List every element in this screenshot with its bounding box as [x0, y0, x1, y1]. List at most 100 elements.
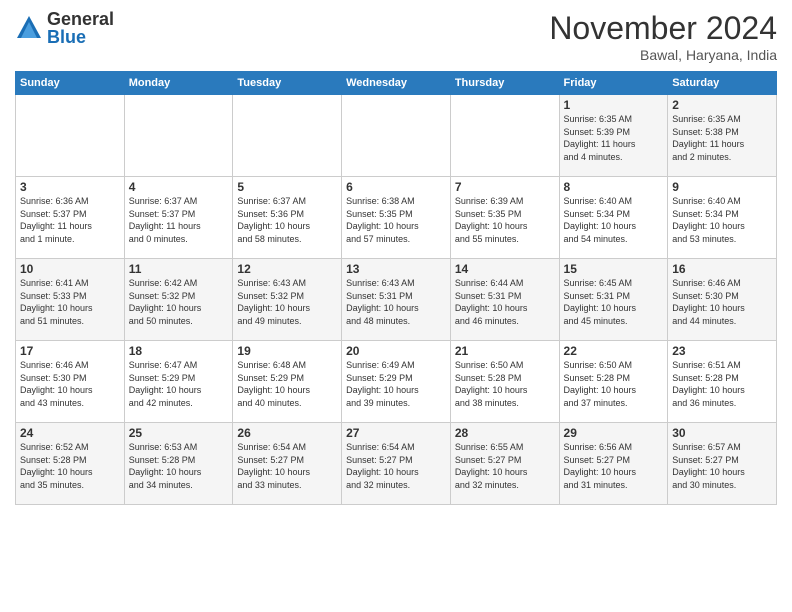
day-info: Sunrise: 6:47 AM Sunset: 5:29 PM Dayligh…	[129, 359, 229, 409]
weekday-tuesday: Tuesday	[233, 72, 342, 95]
weekday-sunday: Sunday	[16, 72, 125, 95]
day-cell: 17Sunrise: 6:46 AM Sunset: 5:30 PM Dayli…	[16, 341, 125, 423]
day-cell: 9Sunrise: 6:40 AM Sunset: 5:34 PM Daylig…	[668, 177, 777, 259]
logo: General Blue	[15, 10, 114, 46]
day-info: Sunrise: 6:37 AM Sunset: 5:36 PM Dayligh…	[237, 195, 337, 245]
day-number: 9	[672, 180, 772, 194]
day-number: 6	[346, 180, 446, 194]
day-cell: 21Sunrise: 6:50 AM Sunset: 5:28 PM Dayli…	[450, 341, 559, 423]
day-number: 20	[346, 344, 446, 358]
day-number: 14	[455, 262, 555, 276]
logo-general: General	[47, 9, 114, 29]
day-info: Sunrise: 6:39 AM Sunset: 5:35 PM Dayligh…	[455, 195, 555, 245]
calendar-body: 1Sunrise: 6:35 AM Sunset: 5:39 PM Daylig…	[16, 95, 777, 505]
week-row-1: 3Sunrise: 6:36 AM Sunset: 5:37 PM Daylig…	[16, 177, 777, 259]
day-info: Sunrise: 6:46 AM Sunset: 5:30 PM Dayligh…	[20, 359, 120, 409]
day-number: 19	[237, 344, 337, 358]
day-number: 7	[455, 180, 555, 194]
day-info: Sunrise: 6:48 AM Sunset: 5:29 PM Dayligh…	[237, 359, 337, 409]
month-title: November 2024	[549, 10, 777, 47]
logo-text: General Blue	[47, 10, 114, 46]
day-number: 27	[346, 426, 446, 440]
title-block: November 2024 Bawal, Haryana, India	[549, 10, 777, 63]
day-info: Sunrise: 6:54 AM Sunset: 5:27 PM Dayligh…	[237, 441, 337, 491]
day-cell: 23Sunrise: 6:51 AM Sunset: 5:28 PM Dayli…	[668, 341, 777, 423]
day-info: Sunrise: 6:50 AM Sunset: 5:28 PM Dayligh…	[564, 359, 664, 409]
day-number: 13	[346, 262, 446, 276]
day-cell: 30Sunrise: 6:57 AM Sunset: 5:27 PM Dayli…	[668, 423, 777, 505]
day-cell	[450, 95, 559, 177]
day-cell	[124, 95, 233, 177]
day-cell: 28Sunrise: 6:55 AM Sunset: 5:27 PM Dayli…	[450, 423, 559, 505]
weekday-wednesday: Wednesday	[342, 72, 451, 95]
day-cell: 24Sunrise: 6:52 AM Sunset: 5:28 PM Dayli…	[16, 423, 125, 505]
day-number: 5	[237, 180, 337, 194]
day-cell: 7Sunrise: 6:39 AM Sunset: 5:35 PM Daylig…	[450, 177, 559, 259]
day-cell: 15Sunrise: 6:45 AM Sunset: 5:31 PM Dayli…	[559, 259, 668, 341]
day-cell: 26Sunrise: 6:54 AM Sunset: 5:27 PM Dayli…	[233, 423, 342, 505]
day-cell: 6Sunrise: 6:38 AM Sunset: 5:35 PM Daylig…	[342, 177, 451, 259]
day-cell: 10Sunrise: 6:41 AM Sunset: 5:33 PM Dayli…	[16, 259, 125, 341]
day-cell: 11Sunrise: 6:42 AM Sunset: 5:32 PM Dayli…	[124, 259, 233, 341]
day-number: 22	[564, 344, 664, 358]
day-info: Sunrise: 6:36 AM Sunset: 5:37 PM Dayligh…	[20, 195, 120, 245]
day-info: Sunrise: 6:57 AM Sunset: 5:27 PM Dayligh…	[672, 441, 772, 491]
day-cell	[342, 95, 451, 177]
day-number: 30	[672, 426, 772, 440]
day-info: Sunrise: 6:44 AM Sunset: 5:31 PM Dayligh…	[455, 277, 555, 327]
calendar: SundayMondayTuesdayWednesdayThursdayFrid…	[15, 71, 777, 505]
weekday-thursday: Thursday	[450, 72, 559, 95]
day-cell: 4Sunrise: 6:37 AM Sunset: 5:37 PM Daylig…	[124, 177, 233, 259]
day-info: Sunrise: 6:51 AM Sunset: 5:28 PM Dayligh…	[672, 359, 772, 409]
day-info: Sunrise: 6:35 AM Sunset: 5:38 PM Dayligh…	[672, 113, 772, 163]
week-row-4: 24Sunrise: 6:52 AM Sunset: 5:28 PM Dayli…	[16, 423, 777, 505]
calendar-header: SundayMondayTuesdayWednesdayThursdayFrid…	[16, 72, 777, 95]
day-info: Sunrise: 6:45 AM Sunset: 5:31 PM Dayligh…	[564, 277, 664, 327]
day-number: 17	[20, 344, 120, 358]
day-info: Sunrise: 6:35 AM Sunset: 5:39 PM Dayligh…	[564, 113, 664, 163]
weekday-monday: Monday	[124, 72, 233, 95]
day-cell: 2Sunrise: 6:35 AM Sunset: 5:38 PM Daylig…	[668, 95, 777, 177]
day-number: 29	[564, 426, 664, 440]
day-info: Sunrise: 6:54 AM Sunset: 5:27 PM Dayligh…	[346, 441, 446, 491]
day-number: 23	[672, 344, 772, 358]
day-number: 16	[672, 262, 772, 276]
day-info: Sunrise: 6:41 AM Sunset: 5:33 PM Dayligh…	[20, 277, 120, 327]
logo-icon	[15, 14, 43, 42]
day-number: 24	[20, 426, 120, 440]
day-info: Sunrise: 6:40 AM Sunset: 5:34 PM Dayligh…	[672, 195, 772, 245]
day-cell	[233, 95, 342, 177]
day-cell: 16Sunrise: 6:46 AM Sunset: 5:30 PM Dayli…	[668, 259, 777, 341]
day-number: 15	[564, 262, 664, 276]
weekday-friday: Friday	[559, 72, 668, 95]
location: Bawal, Haryana, India	[549, 47, 777, 63]
day-info: Sunrise: 6:37 AM Sunset: 5:37 PM Dayligh…	[129, 195, 229, 245]
day-info: Sunrise: 6:53 AM Sunset: 5:28 PM Dayligh…	[129, 441, 229, 491]
day-info: Sunrise: 6:43 AM Sunset: 5:31 PM Dayligh…	[346, 277, 446, 327]
day-info: Sunrise: 6:46 AM Sunset: 5:30 PM Dayligh…	[672, 277, 772, 327]
day-cell: 20Sunrise: 6:49 AM Sunset: 5:29 PM Dayli…	[342, 341, 451, 423]
day-number: 25	[129, 426, 229, 440]
day-info: Sunrise: 6:52 AM Sunset: 5:28 PM Dayligh…	[20, 441, 120, 491]
day-cell: 12Sunrise: 6:43 AM Sunset: 5:32 PM Dayli…	[233, 259, 342, 341]
day-number: 2	[672, 98, 772, 112]
day-number: 8	[564, 180, 664, 194]
day-info: Sunrise: 6:40 AM Sunset: 5:34 PM Dayligh…	[564, 195, 664, 245]
day-cell	[16, 95, 125, 177]
day-cell: 18Sunrise: 6:47 AM Sunset: 5:29 PM Dayli…	[124, 341, 233, 423]
day-info: Sunrise: 6:49 AM Sunset: 5:29 PM Dayligh…	[346, 359, 446, 409]
day-cell: 1Sunrise: 6:35 AM Sunset: 5:39 PM Daylig…	[559, 95, 668, 177]
day-info: Sunrise: 6:56 AM Sunset: 5:27 PM Dayligh…	[564, 441, 664, 491]
day-number: 12	[237, 262, 337, 276]
weekday-row: SundayMondayTuesdayWednesdayThursdayFrid…	[16, 72, 777, 95]
week-row-3: 17Sunrise: 6:46 AM Sunset: 5:30 PM Dayli…	[16, 341, 777, 423]
day-number: 11	[129, 262, 229, 276]
day-number: 28	[455, 426, 555, 440]
day-info: Sunrise: 6:42 AM Sunset: 5:32 PM Dayligh…	[129, 277, 229, 327]
day-number: 10	[20, 262, 120, 276]
day-cell: 27Sunrise: 6:54 AM Sunset: 5:27 PM Dayli…	[342, 423, 451, 505]
day-number: 26	[237, 426, 337, 440]
day-cell: 8Sunrise: 6:40 AM Sunset: 5:34 PM Daylig…	[559, 177, 668, 259]
day-cell: 29Sunrise: 6:56 AM Sunset: 5:27 PM Dayli…	[559, 423, 668, 505]
day-info: Sunrise: 6:50 AM Sunset: 5:28 PM Dayligh…	[455, 359, 555, 409]
